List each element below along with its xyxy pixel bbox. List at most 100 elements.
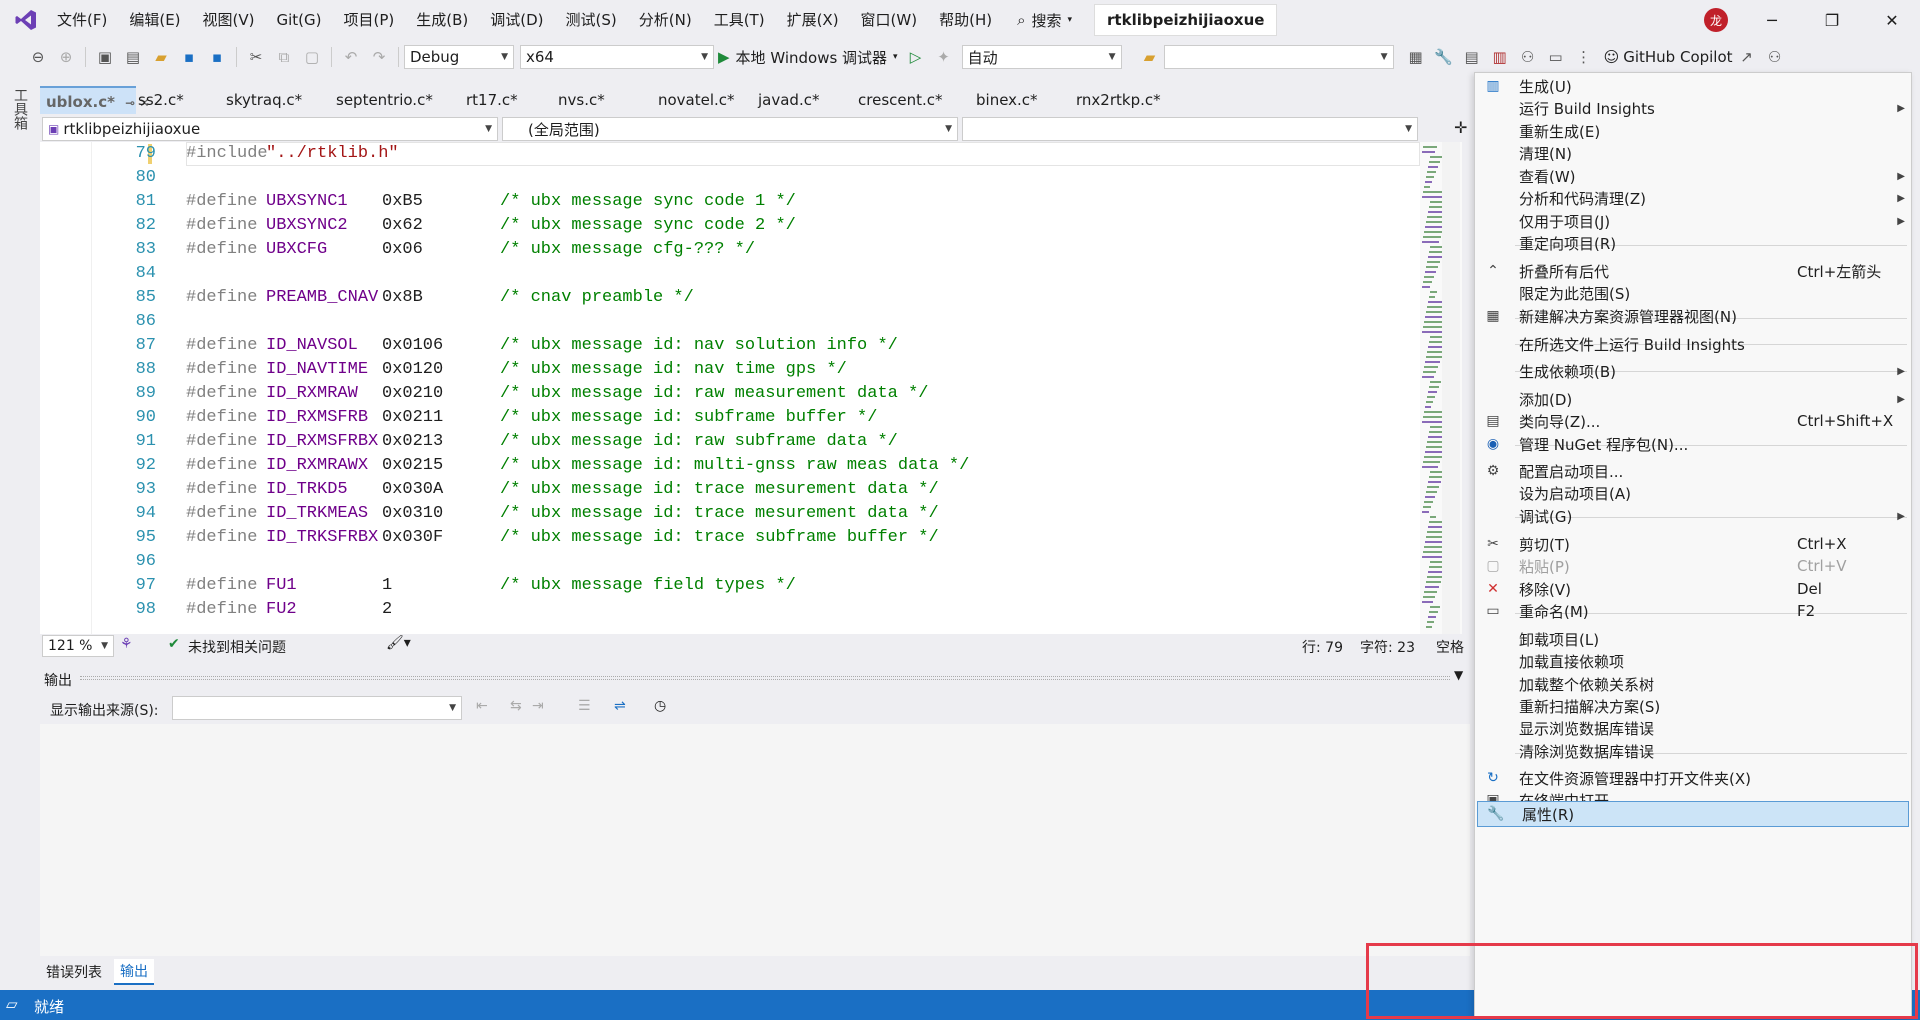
menu-item[interactable]: 调试(D) <box>479 0 554 40</box>
tab-output[interactable]: 输出 <box>114 959 154 985</box>
run-debugger-button[interactable]: ▶ 本地 Windows 调试器 ▾ <box>718 47 898 68</box>
github-copilot-button[interactable]: ☺ GitHub Copilot <box>1604 48 1733 66</box>
save-icon[interactable]: ▪ <box>178 46 200 68</box>
code-line[interactable]: 84 <box>40 262 1420 286</box>
tab-6[interactable]: novatel.c* <box>658 86 735 114</box>
code-line[interactable]: 81 #define UBXSYNC1 0xB5 /* ubx message sync… <box>40 190 1420 214</box>
forward-icon[interactable]: ⊕ <box>55 46 77 68</box>
menu-item[interactable]: 生成(B) <box>405 0 479 40</box>
panel-grip[interactable] <box>80 676 1450 680</box>
chevron-down-icon[interactable]: ▼ <box>1454 668 1463 682</box>
tab-4[interactable]: rt17.c* <box>466 86 518 114</box>
copy-icon[interactable]: ⧉ <box>273 46 295 68</box>
tab-8[interactable]: crescent.c* <box>858 86 943 114</box>
config-select[interactable]: Debug ▼ <box>404 45 514 69</box>
hot-reload-icon[interactable]: ✦ <box>933 46 955 68</box>
solution-name[interactable]: rtklibpeizhijiaoxue <box>1094 4 1278 36</box>
code-line[interactable]: 89 #define ID_RXMRAW 0x0210 /* ubx message i… <box>40 382 1420 406</box>
undo-icon[interactable]: ↶ <box>340 46 362 68</box>
menu-item[interactable]: 测试(S) <box>555 0 628 40</box>
code-line[interactable]: 86 <box>40 310 1420 334</box>
avatar[interactable]: 龙 <box>1704 8 1728 32</box>
overflow-icon[interactable]: ⋮ <box>1573 46 1595 68</box>
code-line[interactable]: 83 #define UBXCFG 0x06 /* ubx message cfg-??… <box>40 238 1420 262</box>
properties-icon[interactable]: 🔧 <box>1433 46 1455 68</box>
code-line[interactable]: 92 #define ID_RXMRAWX 0x0215 /* ubx message … <box>40 454 1420 478</box>
back-icon[interactable]: ⊖ <box>27 46 49 68</box>
solution-explorer-icon[interactable]: ▦ <box>1405 46 1427 68</box>
scope-nav-select[interactable]: (全局范围) ▼ <box>502 117 958 141</box>
add-item-icon[interactable]: ▤ <box>122 46 144 68</box>
tab-0[interactable]: ublox.c* ⊸ ✕ <box>40 86 149 114</box>
code-line[interactable]: 87 #define ID_NAVSOL 0x0106 /* ubx message i… <box>40 334 1420 358</box>
menu-item[interactable]: 视图(V) <box>192 0 266 40</box>
toolbox-icon[interactable]: ▥ <box>1489 46 1511 68</box>
status-window-icon[interactable]: ▱ <box>6 995 18 1013</box>
output-source-select[interactable]: ▼ <box>172 696 462 720</box>
context-menu-item[interactable]: ▦ 新建解决方案资源管理器视图(N) <box>1475 303 1913 329</box>
word-wrap-icon[interactable]: ⇌ <box>614 698 626 714</box>
auto-select[interactable]: 自动 ▼ <box>961 45 1122 69</box>
toolbox-tab[interactable]: 工具箱 <box>12 88 30 130</box>
code-line[interactable]: 93 #define ID_TRKD5 0x030A /* ubx message id… <box>40 478 1420 502</box>
context-menu-item[interactable]: ◉ 管理 NuGet 程序包(N)... <box>1475 431 1913 457</box>
code-line[interactable]: 97 #define FU1 1 /* ubx message field types … <box>40 574 1420 598</box>
code-line[interactable]: 94 #define ID_TRKMEAS 0x0310 /* ubx message … <box>40 502 1420 526</box>
code-line[interactable]: 91 #define ID_RXMSFRBX 0x0213 /* ubx message… <box>40 430 1420 454</box>
code-line[interactable]: 79 #include "../rtklib.h" <box>40 142 1420 166</box>
menu-item[interactable]: 窗口(W) <box>850 0 929 40</box>
menu-item[interactable]: 扩展(X) <box>776 0 850 40</box>
goto-last-icon[interactable]: ⇥ <box>532 698 544 714</box>
tab-7[interactable]: javad.c* <box>758 86 819 114</box>
context-menu-item[interactable]: 重定向项目(R) <box>1475 230 1913 256</box>
project-nav-select[interactable]: ▣ rtklibpeizhijiaoxue ▼ <box>42 117 498 141</box>
cleanup-brush-icon[interactable]: 🖌▾ <box>386 635 411 651</box>
window-icon[interactable]: ▭ <box>1545 46 1567 68</box>
tab-5[interactable]: nvs.c* <box>558 86 605 114</box>
code-line[interactable]: 85 #define PREAMB_CNAV 0x8B /* cnav preamble… <box>40 286 1420 310</box>
visual-studio-logo-icon[interactable] <box>6 0 46 40</box>
brain-icon[interactable]: ⚘ <box>120 636 133 652</box>
share-icon[interactable]: ↗ <box>1736 46 1758 68</box>
tab-10[interactable]: rnx2rtkp.c* <box>1076 86 1161 114</box>
clock-icon[interactable]: ◷ <box>654 698 666 714</box>
redo-icon[interactable]: ↷ <box>368 46 390 68</box>
tab-1[interactable]: ss2.c* <box>138 86 184 114</box>
context-menu-item[interactable]: 🔧 属性(R) <box>1477 801 1909 827</box>
goto-prev-icon[interactable]: ⇤ <box>476 698 488 714</box>
issues-status[interactable]: 未找到相关问题 <box>188 637 286 657</box>
menu-item[interactable]: 分析(N) <box>628 0 703 40</box>
context-menu-item[interactable]: 调试(G) ▶ <box>1475 503 1913 529</box>
code-line[interactable]: 90 #define ID_RXMSFRB 0x0211 /* ubx message … <box>40 406 1420 430</box>
menu-item[interactable]: 工具(T) <box>703 0 776 40</box>
context-menu-item[interactable]: 生成依赖项(B) ▶ <box>1475 358 1913 384</box>
paste-icon[interactable]: ▢ <box>301 46 323 68</box>
line-indicator[interactable]: 行: 79 <box>1302 637 1343 657</box>
restore-button[interactable]: ❐ <box>1802 0 1862 40</box>
menu-item[interactable]: 项目(P) <box>333 0 406 40</box>
context-menu-item[interactable]: ▭ 重命名(M) F2 <box>1475 598 1913 624</box>
context-menu-item[interactable]: 清除浏览数据库错误 <box>1475 738 1913 764</box>
find-combo[interactable]: ▼ <box>1163 45 1394 69</box>
new-project-icon[interactable]: ▣ <box>94 46 116 68</box>
feedback-icon[interactable]: ⚇ <box>1764 46 1786 68</box>
code-line[interactable]: 98 #define FU2 2 <box>40 598 1420 622</box>
team-icon[interactable]: ⚇ <box>1517 46 1539 68</box>
zoom-select[interactable]: 121 % ▼ <box>42 635 114 657</box>
menu-item[interactable]: 编辑(E) <box>118 0 191 40</box>
code-line[interactable]: 88 #define ID_NAVTIME 0x0120 /* ubx message … <box>40 358 1420 382</box>
find-in-files-icon[interactable]: ▰ <box>1139 46 1161 68</box>
member-nav-select[interactable]: ▼ <box>962 117 1418 141</box>
clear-all-icon[interactable]: ☰ <box>578 698 591 714</box>
start-without-debug-icon[interactable]: ▷ <box>905 46 927 68</box>
close-button[interactable]: ✕ <box>1862 0 1920 40</box>
code-editor[interactable]: 79 #include "../rtklib.h" 80 81 #define UBXSYN… <box>40 142 1420 634</box>
code-line[interactable]: 96 <box>40 550 1420 574</box>
menu-item[interactable]: 文件(F) <box>46 0 118 40</box>
split-editor-icon[interactable]: ✛ <box>1454 118 1467 137</box>
search-box[interactable]: ⌕ 搜索 ▾ <box>1017 10 1072 31</box>
editor-vertical-scrollbar[interactable] <box>1442 142 1460 634</box>
tab-9[interactable]: binex.c* <box>976 86 1038 114</box>
menu-item[interactable]: Git(G) <box>266 0 333 40</box>
cut-icon[interactable]: ✂ <box>245 46 267 68</box>
